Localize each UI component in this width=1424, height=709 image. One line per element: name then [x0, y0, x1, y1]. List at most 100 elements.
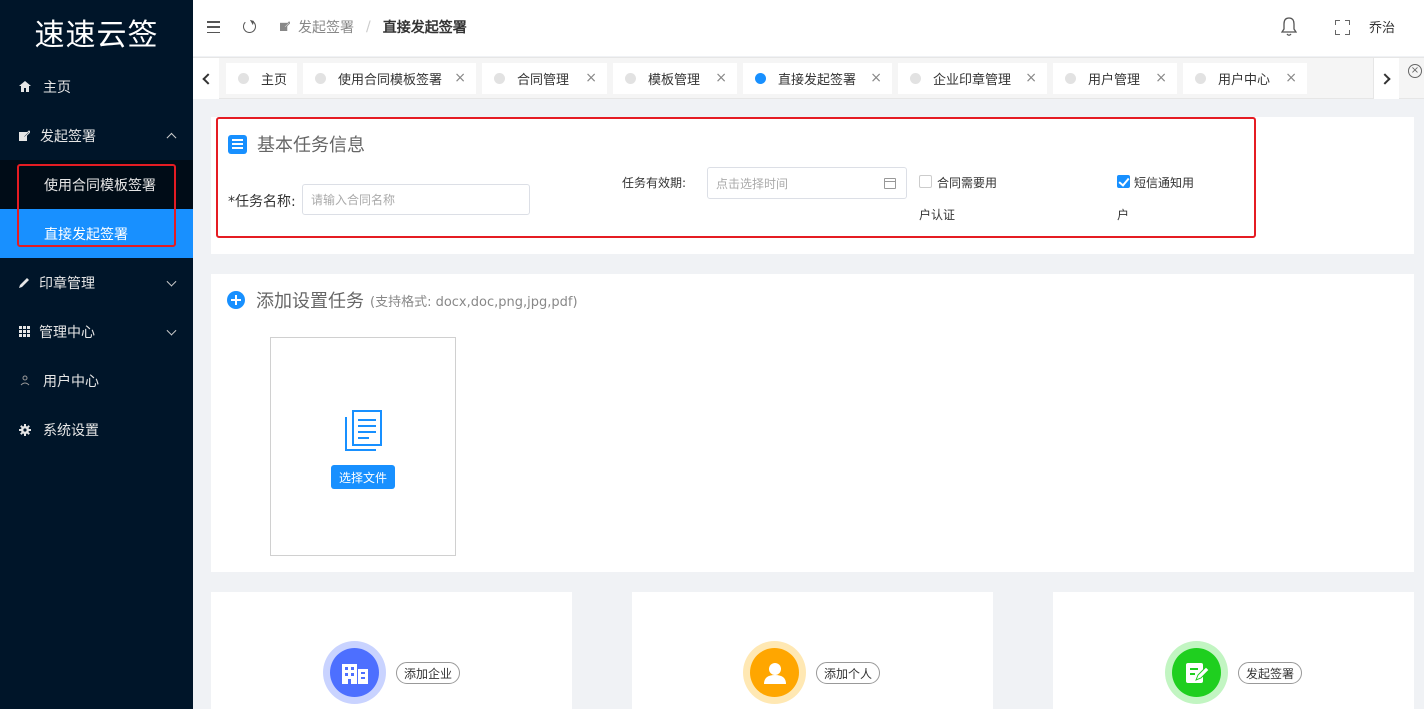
pen-icon [18, 277, 30, 289]
home-icon [19, 81, 31, 93]
tab-contract-management[interactable]: 合同管理 × [482, 63, 607, 94]
tab-user-management[interactable]: 用户管理 × [1053, 63, 1177, 94]
tab-home[interactable]: 主页 [226, 63, 297, 94]
sign-document-icon [1172, 648, 1221, 697]
tab-template-signing[interactable]: 使用合同模板签署 × [303, 63, 476, 94]
auth-checkbox-label: 合同需要用 [937, 176, 998, 190]
select-file-button[interactable]: 选择文件 [331, 465, 395, 489]
tab-status-dot [625, 73, 636, 84]
user-icon [19, 375, 31, 387]
tab-template-management[interactable]: 模板管理 × [613, 63, 737, 94]
close-icon[interactable]: × [585, 71, 597, 85]
add-individual-button[interactable]: 添加个人 [816, 662, 881, 684]
tab-label: 主页 [261, 73, 288, 88]
submenu-initiate-signing: 使用合同模板签署 直接发起签署 [0, 160, 193, 258]
auth-checkbox[interactable] [919, 175, 932, 188]
basic-info-title: 基本任务信息 [228, 131, 365, 157]
add-individual-card: 添加个人 [632, 592, 993, 709]
task-name-label: *任务名称: [228, 194, 296, 210]
tab-label: 用户中心 [1218, 73, 1271, 88]
bell-icon[interactable] [1280, 17, 1298, 37]
close-icon[interactable]: × [1285, 71, 1297, 85]
sidebar-item-initiate-signing[interactable]: 发起签署 [0, 111, 193, 160]
add-task-title: 添加设置任务 (支持格式: docx,doc,png,jpg,pdf) [227, 287, 578, 313]
tabs-bar: 主页 使用合同模板签署 × 合同管理 × 模板管理 × 直接发起签署 × 企业印… [193, 57, 1424, 99]
building-icon [330, 648, 379, 697]
initiate-signing-circle[interactable] [1165, 641, 1228, 704]
gear-icon [19, 423, 31, 436]
sidebar: 速速云签 主页 发起签署 使用合同模板签署 直接发起签署 印章管理 管理中心 用… [0, 0, 193, 709]
fullscreen-icon[interactable] [1335, 20, 1350, 35]
close-icon[interactable]: × [1025, 71, 1037, 85]
breadcrumb-current: 直接发起签署 [382, 20, 467, 36]
close-icon[interactable]: × [870, 71, 882, 85]
validity-date-picker[interactable]: 点击选择时间 [707, 167, 907, 199]
menu-toggle-icon[interactable] [207, 21, 220, 33]
add-individual-circle[interactable] [743, 641, 806, 704]
tab-enterprise-seal-management[interactable]: 企业印章管理 × [898, 63, 1047, 94]
plus-icon [227, 291, 245, 309]
submenu-item-direct-signing[interactable]: 直接发起签署 [0, 209, 193, 258]
sidebar-item-label: 发起签署 [40, 128, 96, 145]
close-icon[interactable]: × [454, 71, 466, 85]
document-icon [345, 410, 382, 451]
tab-status-dot [315, 73, 326, 84]
sidebar-item-label: 印章管理 [39, 275, 95, 292]
tab-direct-signing[interactable]: 直接发起签署 × [743, 63, 892, 94]
sidebar-item-label: 系统设置 [43, 422, 99, 439]
refresh-icon[interactable] [243, 20, 256, 33]
sidebar-item-admin-center[interactable]: 管理中心 [0, 307, 193, 356]
tabs-scroll-left-icon[interactable] [193, 58, 219, 99]
sidebar-item-label: 主页 [43, 79, 71, 96]
sms-checkbox-label: 短信通知用 [1134, 176, 1195, 190]
sidebar-item-user-center[interactable]: 用户中心 [0, 356, 193, 405]
tabs-scroll-right-icon[interactable] [1373, 58, 1399, 99]
sidebar-item-system-settings[interactable]: 系统设置 [0, 405, 193, 454]
tab-label: 合同管理 [517, 73, 570, 88]
tab-label: 直接发起签署 [778, 73, 857, 88]
supported-formats: (支持格式: docx,doc,png,jpg,pdf) [370, 294, 578, 310]
auth-checkbox-label-cont: 户认证 [919, 208, 956, 222]
sms-checkbox-label-cont: 户 [1117, 208, 1130, 222]
chevron-down-icon [166, 325, 177, 336]
task-name-input[interactable]: 请输入合同名称 [302, 184, 530, 215]
sidebar-item-label: 管理中心 [39, 324, 95, 341]
tab-label: 模板管理 [648, 73, 701, 88]
tab-status-dot [238, 73, 249, 84]
breadcrumb: 发起签署 / 直接发起签署 [280, 17, 467, 37]
person-icon [750, 648, 799, 697]
sidebar-item-seal-management[interactable]: 印章管理 [0, 258, 193, 307]
validity-label: 任务有效期: [622, 176, 687, 190]
add-enterprise-button[interactable]: 添加企业 [396, 662, 461, 684]
close-icon[interactable]: × [715, 71, 727, 85]
close-icon[interactable]: × [1155, 71, 1167, 85]
tab-label: 企业印章管理 [933, 73, 1012, 88]
top-header: 发起签署 / 直接发起签署 乔治 [193, 0, 1424, 56]
tab-status-dot [755, 73, 766, 84]
sms-checkbox[interactable] [1117, 175, 1130, 188]
edit-icon [280, 20, 291, 34]
breadcrumb-item[interactable]: 发起签署 [298, 17, 354, 37]
close-all-tabs-icon[interactable]: × [1408, 64, 1422, 78]
tab-user-center[interactable]: 用户中心 × [1183, 63, 1307, 94]
app-logo: 速速云签 [34, 18, 159, 53]
sidebar-item-label: 用户中心 [43, 373, 99, 390]
initiate-signing-card: 发起签署 [1053, 592, 1414, 709]
chevron-down-icon [166, 276, 177, 287]
tab-status-dot [1065, 73, 1076, 84]
add-enterprise-circle[interactable] [323, 641, 386, 704]
tab-status-dot [494, 73, 505, 84]
edit-icon [18, 130, 30, 142]
section-title-text: 基本任务信息 [257, 135, 365, 156]
add-enterprise-card: 添加企业 [211, 592, 572, 709]
submenu-item-template-signing[interactable]: 使用合同模板签署 [0, 160, 193, 209]
file-upload-area[interactable]: 选择文件 [270, 337, 456, 556]
sidebar-item-home[interactable]: 主页 [0, 62, 193, 111]
calendar-icon [884, 178, 896, 189]
initiate-signing-button[interactable]: 发起签署 [1238, 662, 1303, 684]
tab-status-dot [910, 73, 921, 84]
user-menu[interactable]: 乔治 [1369, 17, 1395, 36]
tab-status-dot [1195, 73, 1206, 84]
date-placeholder: 点击选择时间 [716, 176, 789, 191]
list-icon [228, 134, 247, 154]
